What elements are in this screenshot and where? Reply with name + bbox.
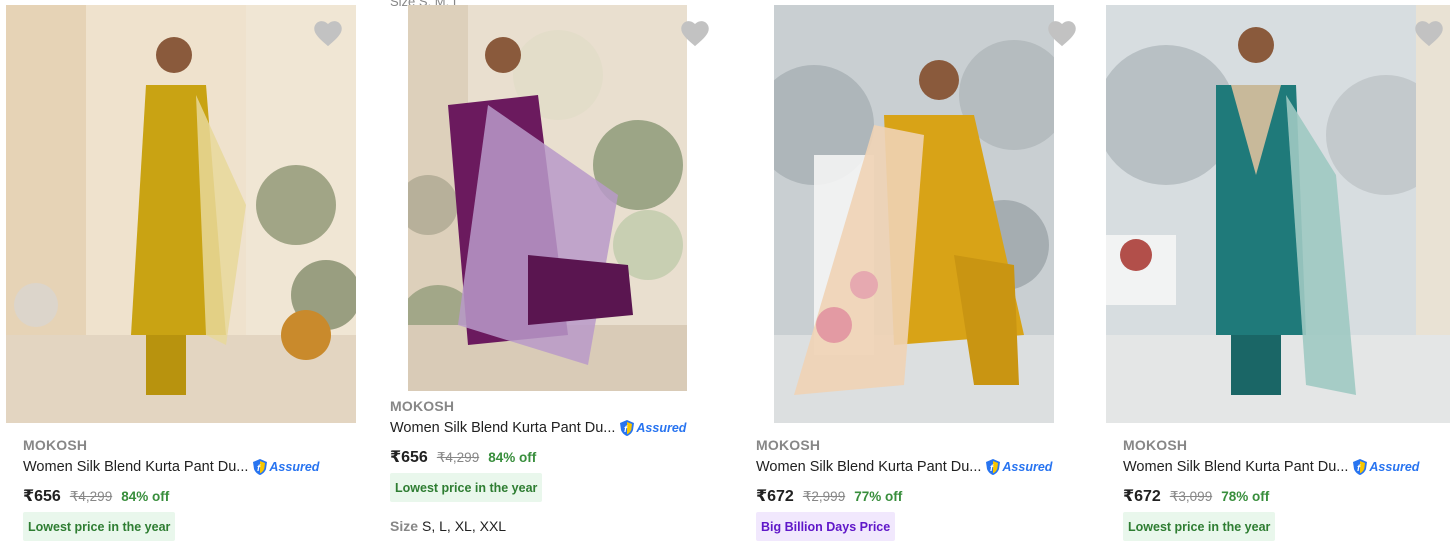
product-card-4[interactable]: MOKOSH Women Silk Blend Kurta Pant Du...…: [1100, 0, 1450, 549]
size-label: Size: [390, 518, 419, 534]
deal-badge: Lowest price in the year: [23, 512, 176, 541]
product-brand: MOKOSH: [756, 437, 821, 453]
price-row: ₹656 ₹4,299 84% off: [390, 447, 536, 467]
product-title-text: Women Silk Blend Kurta Pant Du...: [23, 459, 249, 475]
assured-badge: f Assured: [1352, 458, 1419, 476]
assured-label: Assured: [269, 460, 320, 474]
product-image-3[interactable]: [774, 5, 1054, 423]
flipkart-assured-icon: f: [620, 420, 635, 436]
discount-percent: 84% off: [121, 489, 170, 504]
flipkart-assured-icon: f: [986, 459, 1001, 475]
deal-badge: Lowest price in the year: [1123, 512, 1276, 541]
discount-percent: 77% off: [854, 489, 903, 504]
original-price: ₹4,299: [436, 450, 480, 465]
assured-label: Assured: [636, 421, 687, 435]
selling-price: ₹672: [756, 488, 794, 505]
product-title[interactable]: Women Silk Blend Kurta Pant Du... f Assu…: [23, 458, 319, 476]
original-price: ₹4,299: [69, 489, 113, 504]
product-card-3[interactable]: MOKOSH Women Silk Blend Kurta Pant Du...…: [733, 0, 1099, 549]
original-price: ₹3,099: [1169, 489, 1213, 504]
product-card-1[interactable]: MOKOSH Women Silk Blend Kurta Pant Du...…: [0, 0, 366, 549]
product-brand: MOKOSH: [23, 437, 88, 453]
selling-price: ₹672: [1123, 488, 1161, 505]
product-title-text: Women Silk Blend Kurta Pant Du...: [1123, 459, 1349, 475]
discount-percent: 78% off: [1221, 489, 1270, 504]
assured-label: Assured: [1002, 460, 1053, 474]
wishlist-heart-icon[interactable]: [1414, 19, 1444, 47]
price-row: ₹672 ₹2,999 77% off: [756, 486, 902, 506]
flipkart-assured-icon: f: [253, 459, 268, 475]
product-title-text: Women Silk Blend Kurta Pant Du...: [756, 459, 982, 475]
product-title[interactable]: Women Silk Blend Kurta Pant Du... f Assu…: [390, 419, 686, 437]
deal-badge: Lowest price in the year: [390, 473, 543, 502]
deal-badge: Big Billion Days Price: [756, 512, 896, 541]
price-row: ₹672 ₹3,099 78% off: [1123, 486, 1269, 506]
product-card-2[interactable]: Size S, M, L MOKOSH Women Silk Blend Kur…: [366, 0, 732, 549]
size-list: Size S, L, XL, XXL: [390, 518, 506, 534]
discount-percent: 84% off: [488, 450, 537, 465]
wishlist-heart-icon[interactable]: [1047, 19, 1077, 47]
selling-price: ₹656: [390, 449, 428, 466]
wishlist-heart-icon[interactable]: [313, 19, 343, 47]
assured-badge: f Assured: [252, 458, 319, 476]
product-image-1[interactable]: [6, 5, 356, 423]
size-values: S, L, XL, XXL: [422, 518, 507, 534]
product-title-text: Women Silk Blend Kurta Pant Du...: [390, 420, 616, 436]
assured-label: Assured: [1369, 460, 1420, 474]
product-image-4[interactable]: [1106, 5, 1450, 423]
flipkart-assured-icon: f: [1353, 459, 1368, 475]
price-row: ₹656 ₹4,299 84% off: [23, 486, 169, 506]
product-brand: MOKOSH: [390, 398, 455, 414]
original-price: ₹2,999: [802, 489, 846, 504]
assured-badge: f Assured: [619, 419, 686, 437]
product-title[interactable]: Women Silk Blend Kurta Pant Du... f Assu…: [1123, 458, 1419, 476]
product-image-2[interactable]: [408, 5, 687, 391]
wishlist-heart-icon[interactable]: [680, 19, 710, 47]
selling-price: ₹656: [23, 488, 61, 505]
product-title[interactable]: Women Silk Blend Kurta Pant Du... f Assu…: [756, 458, 1052, 476]
assured-badge: f Assured: [985, 458, 1052, 476]
product-brand: MOKOSH: [1123, 437, 1188, 453]
